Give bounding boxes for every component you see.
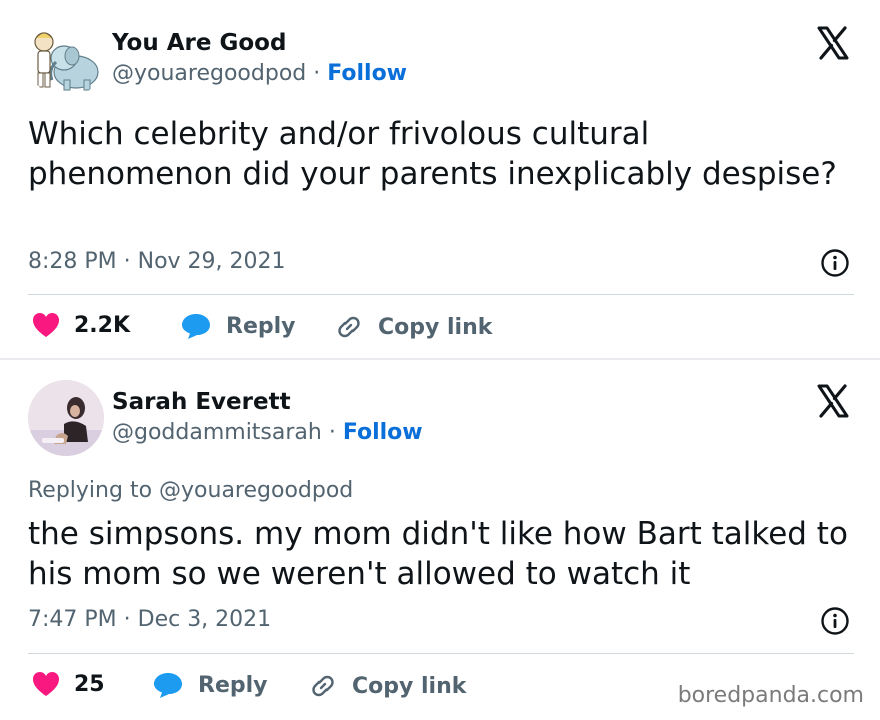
reply-button[interactable]: Reply xyxy=(152,671,268,699)
tweet-card: You Are Good @youaregoodpod · Follow Whi… xyxy=(0,0,880,358)
like-count: 2.2K xyxy=(74,312,131,338)
reply-label: Reply xyxy=(198,672,268,698)
avatar[interactable] xyxy=(28,22,104,98)
x-logo-icon[interactable] xyxy=(815,25,851,61)
copy-link-button[interactable]: Copy link xyxy=(334,312,492,342)
link-icon xyxy=(338,316,360,338)
watermark: boredpanda.com xyxy=(677,683,864,708)
x-logo-icon[interactable] xyxy=(815,383,851,419)
copy-link-button[interactable]: Copy link xyxy=(308,671,466,701)
timestamp[interactable]: 7:47 PM · Dec 3, 2021 xyxy=(28,607,271,632)
handle-line: @goddammitsarah · Follow xyxy=(112,420,423,445)
divider xyxy=(28,653,854,654)
copy-link-label: Copy link xyxy=(352,673,467,699)
speech-bubble-icon xyxy=(154,673,182,698)
author-name[interactable]: You Are Good xyxy=(112,30,286,56)
like-count: 25 xyxy=(74,671,105,697)
author-handle[interactable]: @goddammitsarah xyxy=(112,420,322,445)
avatar[interactable] xyxy=(28,380,104,456)
reply-label: Reply xyxy=(226,313,296,339)
author-name[interactable]: Sarah Everett xyxy=(112,389,291,415)
like-button[interactable]: 25 xyxy=(32,671,105,697)
tweet-text: Which celebrity and/or frivolous cultura… xyxy=(28,116,837,192)
replying-to[interactable]: Replying to @youaregoodpod xyxy=(28,478,353,503)
separator: · xyxy=(306,61,328,86)
like-button[interactable]: 2.2K xyxy=(32,312,130,338)
divider xyxy=(28,294,854,295)
author-handle[interactable]: @youaregoodpod xyxy=(112,61,306,86)
avatar-illustration xyxy=(28,22,104,98)
handle-line: @youaregoodpod · Follow xyxy=(112,61,407,86)
copy-link-label: Copy link xyxy=(378,314,493,340)
follow-button[interactable]: Follow xyxy=(343,420,423,445)
info-icon[interactable] xyxy=(820,606,850,636)
link-icon xyxy=(312,675,334,697)
info-icon[interactable] xyxy=(820,248,850,278)
heart-icon xyxy=(33,672,59,696)
avatar-photo xyxy=(28,380,104,456)
heart-icon xyxy=(33,313,59,337)
reply-button[interactable]: Reply xyxy=(180,312,296,340)
speech-bubble-icon xyxy=(182,314,210,339)
tweet-text: the simpsons. my mom didn't like how Bar… xyxy=(28,516,848,592)
follow-button[interactable]: Follow xyxy=(327,61,407,86)
timestamp[interactable]: 8:28 PM · Nov 29, 2021 xyxy=(28,249,286,274)
separator: · xyxy=(321,420,343,445)
